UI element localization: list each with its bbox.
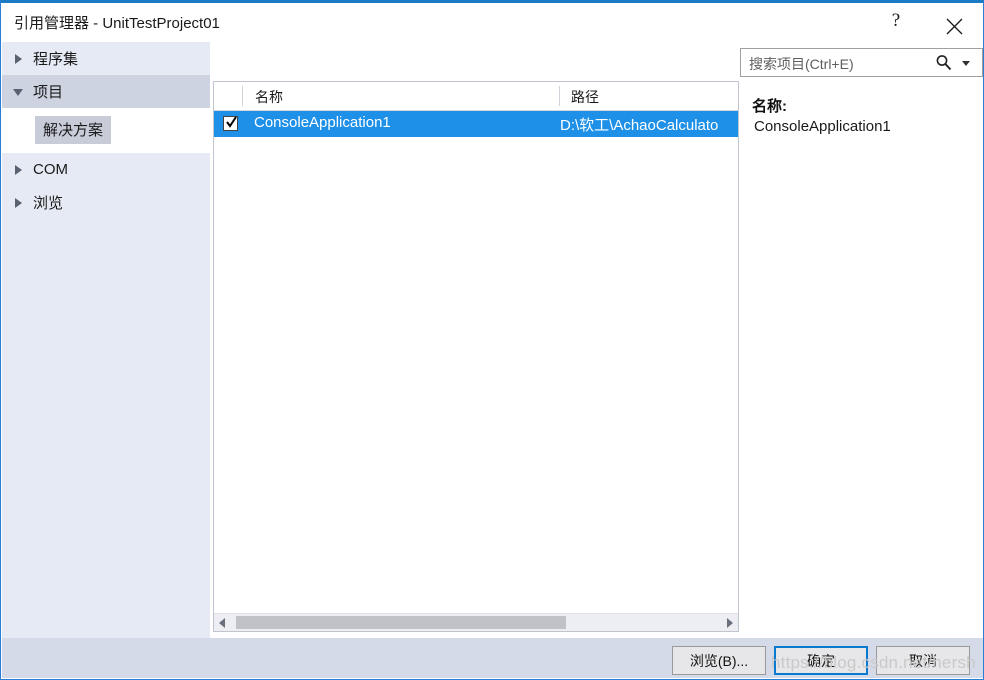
help-button[interactable]: ? <box>873 3 919 39</box>
sidebar-item-solution[interactable]: 解决方案 <box>35 116 112 144</box>
detail-name-value: ConsoleApplication1 <box>754 118 891 135</box>
column-header-path[interactable]: 路径 <box>571 87 599 107</box>
check-icon <box>226 116 237 128</box>
scroll-right-arrow-icon[interactable] <box>721 614 738 631</box>
cell-name: ConsoleApplication1 <box>254 114 391 131</box>
cancel-button[interactable]: 取消 <box>876 646 970 675</box>
search-icon[interactable] <box>934 53 954 73</box>
sidebar-item-label: 项目 <box>33 84 64 101</box>
sidebar-item-browse[interactable]: 浏览 <box>2 186 210 219</box>
search-input[interactable]: 搜索项目(Ctrl+E) <box>749 54 854 74</box>
column-header-name[interactable]: 名称 <box>255 87 283 107</box>
sidebar-item-com[interactable]: COM <box>2 153 210 186</box>
chevron-right-icon[interactable] <box>11 51 27 67</box>
ok-button[interactable]: 确定 <box>774 646 868 675</box>
table-row[interactable]: ConsoleApplication1 D:\软工\AchaoCalculato <box>214 111 738 137</box>
column-divider <box>559 86 560 106</box>
sidebar-item-assemblies[interactable]: 程序集 <box>2 42 210 75</box>
cell-path: D:\软工\AchaoCalculato <box>560 117 719 134</box>
scroll-left-arrow-icon[interactable] <box>214 614 231 631</box>
chevron-down-icon[interactable] <box>11 84 27 100</box>
sidebar-subgroup-projects: 解决方案 <box>2 108 210 153</box>
sidebar-item-projects[interactable]: 项目 <box>2 75 210 108</box>
page-title: 引用管理器 - UnitTestProject01 <box>14 15 220 32</box>
chevron-right-icon[interactable] <box>11 162 27 178</box>
browse-button[interactable]: 浏览(B)... <box>672 646 766 675</box>
reference-list-panel: 名称 路径 ConsoleApplication1 D:\软工\AchaoCal… <box>213 81 739 632</box>
detail-name-label: 名称: <box>752 98 787 115</box>
row-checkbox[interactable] <box>223 116 238 131</box>
list-column-header: 名称 路径 <box>214 82 738 111</box>
column-divider <box>242 86 243 106</box>
close-icon <box>931 18 977 35</box>
chevron-right-icon[interactable] <box>11 195 27 211</box>
horizontal-scrollbar[interactable] <box>214 613 738 631</box>
dialog-footer: 浏览(B)... 确定 取消 <box>2 638 983 678</box>
category-tree-sidebar: 程序集 项目 解决方案 COM 浏览 <box>2 42 210 642</box>
detail-panel: 名称: ConsoleApplication1 <box>741 87 983 632</box>
sidebar-item-label: 浏览 <box>33 195 64 212</box>
search-box[interactable]: 搜索项目(Ctrl+E) <box>740 48 983 77</box>
sidebar-item-label: COM <box>33 161 68 178</box>
question-mark-icon: ? <box>891 10 901 31</box>
title-bar: 引用管理器 - UnitTestProject01 ? <box>1 3 983 42</box>
close-button[interactable] <box>931 3 977 39</box>
sidebar-item-label: 程序集 <box>33 51 79 68</box>
scrollbar-thumb[interactable] <box>236 616 566 629</box>
chevron-down-icon[interactable] <box>962 61 970 66</box>
reference-manager-dialog: 引用管理器 - UnitTestProject01 ? 程序集 项目 解决方案 <box>0 0 984 680</box>
